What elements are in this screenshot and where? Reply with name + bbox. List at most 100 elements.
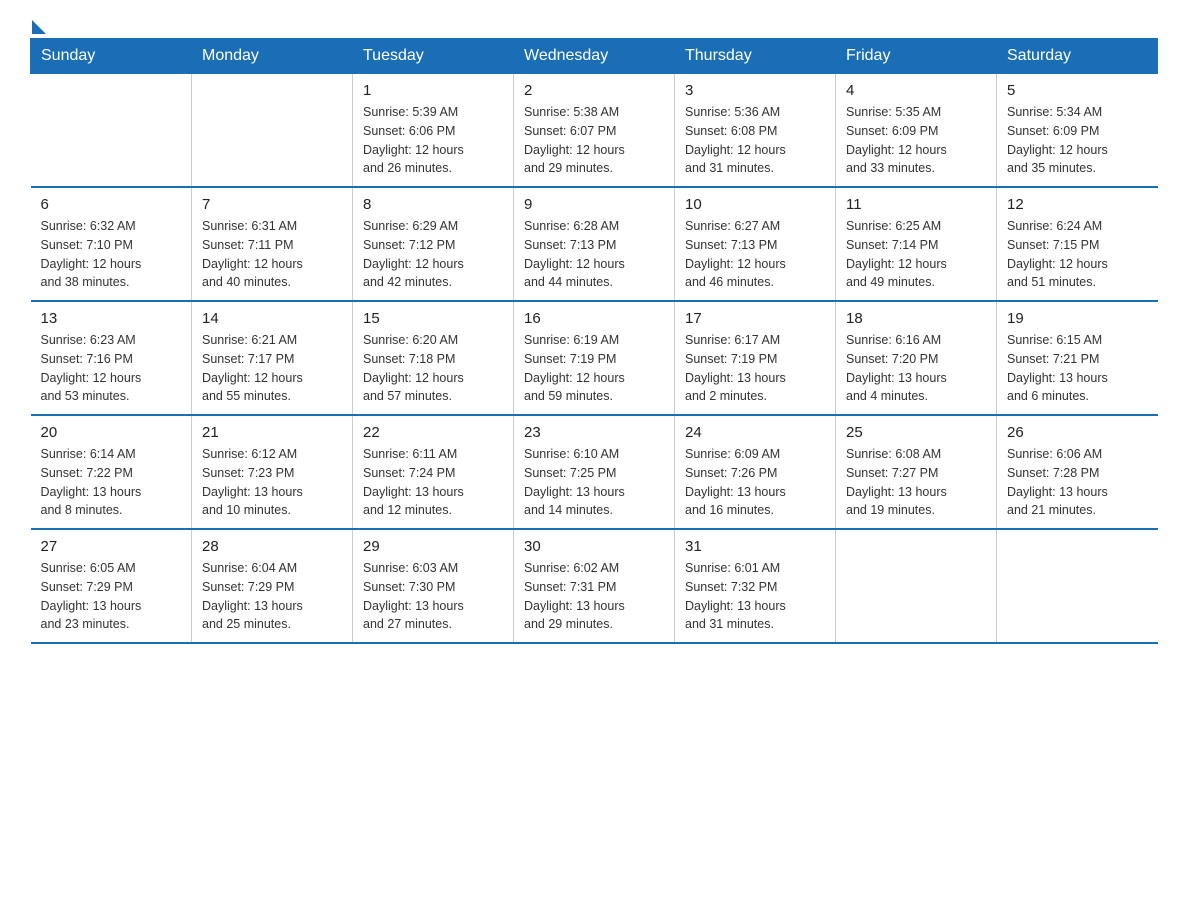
calendar-cell: 8 Sunrise: 6:29 AMSunset: 7:12 PMDaylight…: [353, 187, 514, 301]
day-number: 17: [685, 310, 825, 327]
day-number: 12: [1007, 196, 1148, 213]
day-number: 26: [1007, 424, 1148, 441]
day-info: Sunrise: 6:19 AMSunset: 7:19 PMDaylight:…: [524, 331, 664, 406]
day-info: Sunrise: 6:29 AMSunset: 7:12 PMDaylight:…: [363, 217, 503, 292]
calendar-cell: 26Sunrise: 6:06 AMSunset: 7:28 PMDayligh…: [997, 415, 1158, 529]
day-number: 8: [363, 196, 503, 213]
day-number: 24: [685, 424, 825, 441]
calendar-body: 1 Sunrise: 5:39 AMSunset: 6:06 PMDaylight…: [31, 74, 1158, 644]
day-number: 27: [41, 538, 182, 555]
day-info: Sunrise: 6:09 AMSunset: 7:26 PMDaylight:…: [685, 445, 825, 520]
calendar-cell: 31 Sunrise: 6:01 AMSunset: 7:32 PMDayligh…: [675, 529, 836, 643]
calendar-cell: 23 Sunrise: 6:10 AMSunset: 7:25 PMDayligh…: [514, 415, 675, 529]
day-number: 21: [202, 424, 342, 441]
day-number: 15: [363, 310, 503, 327]
day-number: 1: [363, 82, 503, 99]
calendar-cell: 5Sunrise: 5:34 AMSunset: 6:09 PMDaylight…: [997, 74, 1158, 188]
day-info: Sunrise: 5:36 AMSunset: 6:08 PMDaylight:…: [685, 103, 825, 178]
calendar-cell: 14 Sunrise: 6:21 AMSunset: 7:17 PMDayligh…: [192, 301, 353, 415]
calendar-cell: 21 Sunrise: 6:12 AMSunset: 7:23 PMDayligh…: [192, 415, 353, 529]
calendar-cell: [192, 74, 353, 188]
calendar-week-row: 27 Sunrise: 6:05 AMSunset: 7:29 PMDayligh…: [31, 529, 1158, 643]
calendar-week-row: 13 Sunrise: 6:23 AMSunset: 7:16 PMDayligh…: [31, 301, 1158, 415]
day-info: Sunrise: 6:03 AMSunset: 7:30 PMDaylight:…: [363, 559, 503, 634]
calendar-week-row: 1 Sunrise: 5:39 AMSunset: 6:06 PMDaylight…: [31, 74, 1158, 188]
day-info: Sunrise: 6:28 AMSunset: 7:13 PMDaylight:…: [524, 217, 664, 292]
day-number: 6: [41, 196, 182, 213]
calendar-header: SundayMondayTuesdayWednesdayThursdayFrid…: [31, 39, 1158, 74]
day-of-week-header: Saturday: [997, 39, 1158, 74]
days-of-week-row: SundayMondayTuesdayWednesdayThursdayFrid…: [31, 39, 1158, 74]
day-number: 7: [202, 196, 342, 213]
day-info: Sunrise: 6:10 AMSunset: 7:25 PMDaylight:…: [524, 445, 664, 520]
day-of-week-header: Wednesday: [514, 39, 675, 74]
day-number: 19: [1007, 310, 1148, 327]
calendar-cell: 24 Sunrise: 6:09 AMSunset: 7:26 PMDayligh…: [675, 415, 836, 529]
calendar-cell: 11Sunrise: 6:25 AMSunset: 7:14 PMDayligh…: [836, 187, 997, 301]
day-info: Sunrise: 6:32 AMSunset: 7:10 PMDaylight:…: [41, 217, 182, 292]
day-info: Sunrise: 6:27 AMSunset: 7:13 PMDaylight:…: [685, 217, 825, 292]
day-number: 30: [524, 538, 664, 555]
calendar-cell: 1 Sunrise: 5:39 AMSunset: 6:06 PMDaylight…: [353, 74, 514, 188]
day-number: 23: [524, 424, 664, 441]
day-info: Sunrise: 6:04 AMSunset: 7:29 PMDaylight:…: [202, 559, 342, 634]
day-info: Sunrise: 6:31 AMSunset: 7:11 PMDaylight:…: [202, 217, 342, 292]
day-of-week-header: Tuesday: [353, 39, 514, 74]
day-info: Sunrise: 6:17 AMSunset: 7:19 PMDaylight:…: [685, 331, 825, 406]
calendar-cell: 3Sunrise: 5:36 AMSunset: 6:08 PMDaylight…: [675, 74, 836, 188]
day-info: Sunrise: 6:24 AMSunset: 7:15 PMDaylight:…: [1007, 217, 1148, 292]
calendar-cell: 2Sunrise: 5:38 AMSunset: 6:07 PMDaylight…: [514, 74, 675, 188]
calendar-cell: 7 Sunrise: 6:31 AMSunset: 7:11 PMDaylight…: [192, 187, 353, 301]
day-of-week-header: Monday: [192, 39, 353, 74]
day-info: Sunrise: 5:38 AMSunset: 6:07 PMDaylight:…: [524, 103, 664, 178]
day-info: Sunrise: 6:20 AMSunset: 7:18 PMDaylight:…: [363, 331, 503, 406]
calendar-week-row: 20 Sunrise: 6:14 AMSunset: 7:22 PMDayligh…: [31, 415, 1158, 529]
day-info: Sunrise: 6:05 AMSunset: 7:29 PMDaylight:…: [41, 559, 182, 634]
calendar-cell: 15 Sunrise: 6:20 AMSunset: 7:18 PMDayligh…: [353, 301, 514, 415]
calendar-cell: [836, 529, 997, 643]
calendar-cell: 12 Sunrise: 6:24 AMSunset: 7:15 PMDayligh…: [997, 187, 1158, 301]
day-number: 29: [363, 538, 503, 555]
calendar-cell: 19 Sunrise: 6:15 AMSunset: 7:21 PMDayligh…: [997, 301, 1158, 415]
day-number: 20: [41, 424, 182, 441]
day-number: 14: [202, 310, 342, 327]
day-number: 9: [524, 196, 664, 213]
day-number: 13: [41, 310, 182, 327]
calendar-cell: 29 Sunrise: 6:03 AMSunset: 7:30 PMDayligh…: [353, 529, 514, 643]
day-number: 25: [846, 424, 986, 441]
calendar-cell: 4 Sunrise: 5:35 AMSunset: 6:09 PMDaylight…: [836, 74, 997, 188]
logo: [30, 20, 46, 28]
day-info: Sunrise: 6:14 AMSunset: 7:22 PMDaylight:…: [41, 445, 182, 520]
calendar-cell: 22 Sunrise: 6:11 AMSunset: 7:24 PMDayligh…: [353, 415, 514, 529]
day-info: Sunrise: 6:15 AMSunset: 7:21 PMDaylight:…: [1007, 331, 1148, 406]
calendar-cell: 6 Sunrise: 6:32 AMSunset: 7:10 PMDaylight…: [31, 187, 192, 301]
day-number: 18: [846, 310, 986, 327]
day-info: Sunrise: 6:02 AMSunset: 7:31 PMDaylight:…: [524, 559, 664, 634]
calendar-cell: 25 Sunrise: 6:08 AMSunset: 7:27 PMDayligh…: [836, 415, 997, 529]
day-number: 22: [363, 424, 503, 441]
day-number: 4: [846, 82, 986, 99]
day-info: Sunrise: 6:11 AMSunset: 7:24 PMDaylight:…: [363, 445, 503, 520]
calendar-cell: [997, 529, 1158, 643]
day-info: Sunrise: 6:21 AMSunset: 7:17 PMDaylight:…: [202, 331, 342, 406]
day-info: Sunrise: 6:16 AMSunset: 7:20 PMDaylight:…: [846, 331, 986, 406]
calendar-cell: 17 Sunrise: 6:17 AMSunset: 7:19 PMDayligh…: [675, 301, 836, 415]
day-info: Sunrise: 5:35 AMSunset: 6:09 PMDaylight:…: [846, 103, 986, 178]
day-info: Sunrise: 5:39 AMSunset: 6:06 PMDaylight:…: [363, 103, 503, 178]
calendar-cell: 9 Sunrise: 6:28 AMSunset: 7:13 PMDaylight…: [514, 187, 675, 301]
day-info: Sunrise: 6:01 AMSunset: 7:32 PMDaylight:…: [685, 559, 825, 634]
day-number: 28: [202, 538, 342, 555]
calendar-cell: [31, 74, 192, 188]
calendar: SundayMondayTuesdayWednesdayThursdayFrid…: [30, 38, 1158, 644]
day-number: 5: [1007, 82, 1148, 99]
calendar-cell: 16 Sunrise: 6:19 AMSunset: 7:19 PMDayligh…: [514, 301, 675, 415]
calendar-cell: 10 Sunrise: 6:27 AMSunset: 7:13 PMDayligh…: [675, 187, 836, 301]
day-number: 31: [685, 538, 825, 555]
calendar-week-row: 6 Sunrise: 6:32 AMSunset: 7:10 PMDaylight…: [31, 187, 1158, 301]
day-info: Sunrise: 6:08 AMSunset: 7:27 PMDaylight:…: [846, 445, 986, 520]
day-info: Sunrise: 6:23 AMSunset: 7:16 PMDaylight:…: [41, 331, 182, 406]
day-info: Sunrise: 6:12 AMSunset: 7:23 PMDaylight:…: [202, 445, 342, 520]
day-number: 10: [685, 196, 825, 213]
calendar-cell: 13 Sunrise: 6:23 AMSunset: 7:16 PMDayligh…: [31, 301, 192, 415]
day-number: 16: [524, 310, 664, 327]
